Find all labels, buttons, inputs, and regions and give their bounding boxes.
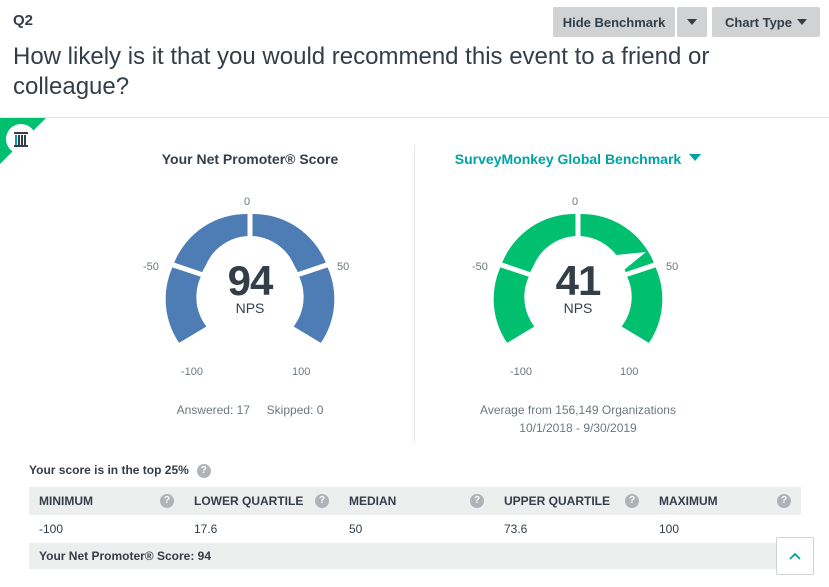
quartile-table-header: MINIMUM? LOWER QUARTILE? MEDIAN? UPPER Q… xyxy=(29,487,801,515)
tick-top: 0 xyxy=(572,196,579,208)
question-mark-icon[interactable]: ? xyxy=(470,494,484,508)
tick-bottom-right: 100 xyxy=(620,366,639,378)
tick-bottom-left: -100 xyxy=(181,366,204,378)
value-lower-quartile: 17.6 xyxy=(194,522,218,536)
benchmark-unit-label: NPS xyxy=(563,300,593,316)
tick-bottom-right: 100 xyxy=(292,366,311,378)
header-label: MINIMUM xyxy=(39,494,93,508)
answered-count: Answered: 17 xyxy=(176,403,250,417)
question-mark-icon[interactable]: ? xyxy=(160,494,174,508)
hide-benchmark-button[interactable]: Hide Benchmark xyxy=(553,7,675,37)
tick-bottom-left: -100 xyxy=(510,366,533,378)
benchmark-title: SurveyMonkey Global Benchmark xyxy=(454,151,682,167)
question-mark-icon[interactable]: ? xyxy=(315,494,329,508)
tick-left: -50 xyxy=(143,261,159,273)
value-maximum: 100 xyxy=(659,522,680,536)
benchmark-dropdown[interactable]: SurveyMonkey Global Benchmark xyxy=(428,151,728,167)
column-header-maximum: MAXIMUM? xyxy=(649,494,801,508)
column-header-median: MEDIAN? xyxy=(339,494,494,508)
panel-divider xyxy=(414,145,415,442)
column-header-minimum: MINIMUM? xyxy=(29,494,184,508)
question-mark-icon[interactable]: ? xyxy=(196,463,211,478)
benchmark-options-button[interactable] xyxy=(677,7,707,37)
benchmark-building-icon xyxy=(6,124,36,154)
table-row: -100 17.6 50 73.6 100 xyxy=(29,515,801,543)
tick-left: -50 xyxy=(472,261,488,273)
divider xyxy=(0,117,829,118)
question-text: How likely is it that you would recommen… xyxy=(13,43,710,100)
your-score-footer: Your Net Promoter® Score: 94 xyxy=(29,543,801,569)
quartile-table: MINIMUM? LOWER QUARTILE? MEDIAN? UPPER Q… xyxy=(29,487,801,569)
caret-down-icon xyxy=(689,154,702,161)
question-number: Q2 xyxy=(13,12,34,29)
benchmark-score: 41 xyxy=(555,257,602,304)
top-quartile-text: Your score is in the top 25% xyxy=(29,463,189,477)
header-label: MEDIAN xyxy=(349,494,397,508)
value-median: 50 xyxy=(349,522,363,536)
hide-benchmark-label: Hide Benchmark xyxy=(562,14,666,30)
value-minimum: -100 xyxy=(39,522,64,536)
caret-down-icon xyxy=(687,19,697,25)
tick-top: 0 xyxy=(244,196,251,208)
header-label: MAXIMUM xyxy=(659,494,718,508)
question-mark-icon[interactable]: ? xyxy=(625,494,639,508)
column-header-upper-quartile: UPPER QUARTILE? xyxy=(494,494,649,508)
nps-unit-label: NPS xyxy=(235,300,265,316)
caret-down-icon xyxy=(796,19,807,25)
chart-type-button[interactable]: Chart Type xyxy=(712,7,820,37)
top-quartile-note: Your score is in the top 25%? xyxy=(29,463,211,478)
header-label: UPPER QUARTILE xyxy=(504,494,611,508)
header-label: LOWER QUARTILE xyxy=(194,494,304,508)
tick-right: 50 xyxy=(666,261,679,273)
nps-title: Your Net Promoter® Score xyxy=(161,151,339,167)
scroll-to-top-button[interactable] xyxy=(776,537,814,575)
response-counts: Answered: 17 Skipped: 0 xyxy=(140,403,360,417)
nps-score: 94 xyxy=(227,257,274,304)
column-header-lower-quartile: LOWER QUARTILE? xyxy=(184,494,339,508)
benchmark-average: Average from 156,149 Organizations xyxy=(480,403,676,417)
question-mark-icon[interactable]: ? xyxy=(777,494,791,508)
benchmark-date-range: 10/1/2018 - 9/30/2019 xyxy=(519,421,637,435)
chevron-up-icon xyxy=(789,552,801,560)
tick-right: 50 xyxy=(337,261,350,273)
chart-type-label: Chart Type xyxy=(725,14,792,30)
skipped-count: Skipped: 0 xyxy=(266,403,324,417)
value-upper-quartile: 73.6 xyxy=(504,522,528,536)
